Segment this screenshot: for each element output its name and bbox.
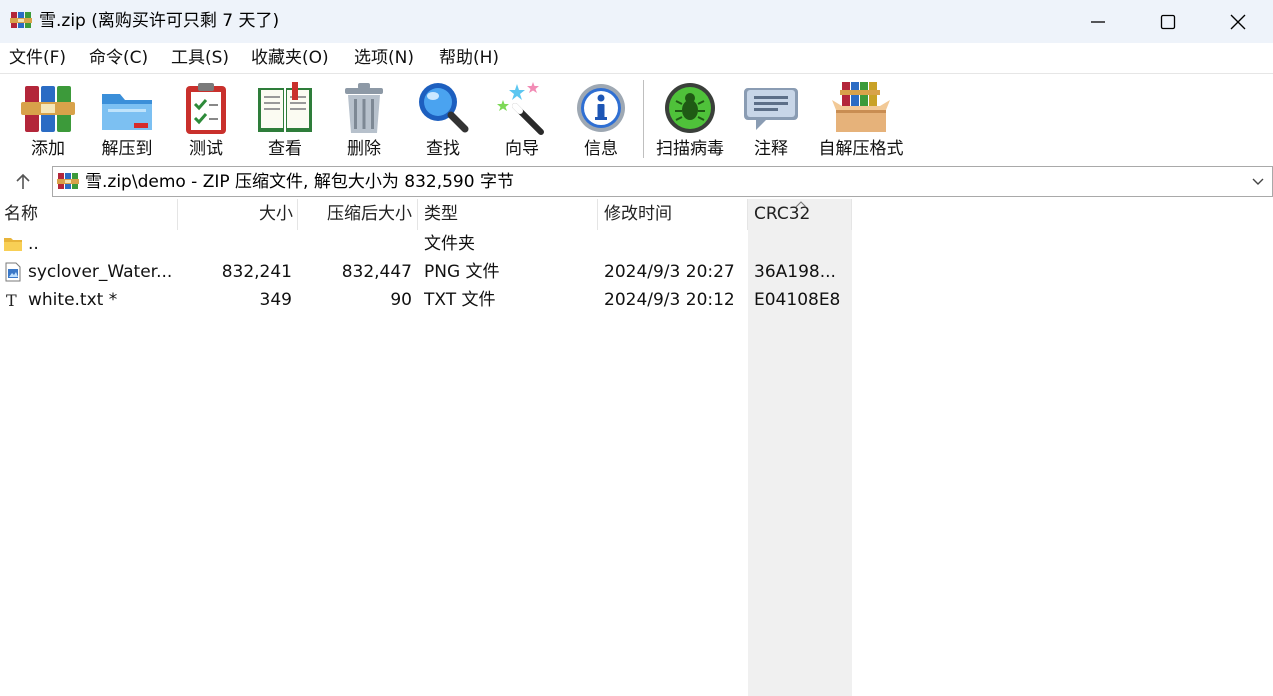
cell-type: PNG 文件 (424, 262, 500, 282)
arrow-up-icon (16, 173, 30, 189)
comment-label: 注释 (754, 139, 788, 159)
menu-help[interactable]: 帮助(H) (439, 47, 499, 69)
wizard-button[interactable]: 向导 (492, 78, 552, 162)
cell-modified (604, 230, 744, 258)
txt-file-icon: T (6, 291, 17, 310)
toolbar: 添加 解压到 测试 查看 删除 查找 向导 信息 扫描病毒 注释 自解压格式 (0, 73, 1273, 165)
info-button[interactable]: 信息 (571, 78, 631, 162)
cell-crc32: E04108E8 (754, 290, 841, 310)
column-divider[interactable] (417, 199, 418, 230)
chevron-down-icon[interactable] (1250, 173, 1266, 189)
address-text: 雪.zip\demo - ZIP 压缩文件, 解包大小为 832,590 字节 (85, 172, 514, 192)
info-icon (577, 84, 625, 132)
virus-scan-icon (665, 83, 715, 133)
toolbar-separator (643, 80, 644, 158)
test-label: 测试 (189, 139, 223, 159)
comment-button[interactable]: 注释 (742, 78, 800, 162)
sort-ascending-icon (795, 201, 807, 208)
maximize-button[interactable] (1133, 0, 1203, 43)
sfx-button[interactable]: 自解压格式 (815, 78, 907, 162)
column-header-modified[interactable]: 修改时间 (604, 199, 744, 230)
view-button[interactable]: 查看 (254, 78, 316, 162)
winrar-app-icon (10, 12, 32, 28)
cell-packed (298, 230, 412, 258)
title-bar: 雪.zip (离购买许可只剩 7 天了) (0, 0, 1273, 43)
magic-wand-icon (497, 82, 544, 135)
winrar-archive-icon (57, 173, 79, 189)
up-folder-button[interactable] (8, 168, 38, 196)
cell-name: .. (28, 234, 39, 254)
png-file-icon (5, 262, 21, 282)
menu-favorites[interactable]: 收藏夹(O) (251, 47, 329, 69)
test-button[interactable]: 测试 (177, 78, 235, 162)
address-row: 雪.zip\demo - ZIP 压缩文件, 解包大小为 832,590 字节 (0, 164, 1273, 199)
magnifier-icon (419, 83, 469, 133)
clipboard-test-icon (186, 83, 226, 134)
cell-name: white.txt * (28, 290, 118, 310)
column-divider[interactable] (851, 199, 852, 230)
cell-modified: 2024/9/3 20:12 (604, 290, 735, 310)
cell-packed: 90 (390, 290, 412, 310)
extract-to-label: 解压到 (101, 139, 153, 159)
column-header-type[interactable]: 类型 (424, 199, 594, 230)
column-header-packed[interactable]: 压缩后大小 (298, 199, 412, 230)
sfx-box-icon (832, 82, 890, 132)
cell-size: 349 (259, 290, 292, 310)
cell-packed: 832,447 (341, 262, 412, 282)
info-label: 信息 (584, 139, 618, 159)
window-title: 雪.zip (离购买许可只剩 7 天了) (39, 11, 280, 31)
minimize-button[interactable] (1063, 0, 1133, 43)
book-view-icon (258, 82, 312, 132)
menu-tools[interactable]: 工具(S) (171, 47, 229, 69)
table-row[interactable]: syclover_Water... 832,241 832,447 PNG 文件… (0, 258, 900, 286)
minimize-icon (1091, 20, 1105, 23)
wizard-label: 向导 (505, 139, 539, 159)
cell-type: TXT 文件 (424, 290, 496, 310)
cell-crc32 (754, 230, 848, 258)
books-add-icon (21, 86, 75, 132)
cell-modified: 2024/9/3 20:27 (604, 262, 735, 282)
menu-bar: 文件(F) 命令(C) 工具(S) 收藏夹(O) 选项(N) 帮助(H) (0, 43, 1273, 73)
svg-text:T: T (6, 291, 17, 310)
folder-extract-icon (102, 94, 152, 130)
cell-name: syclover_Water... (28, 262, 173, 282)
menu-file[interactable]: 文件(F) (9, 47, 66, 69)
add-button[interactable]: 添加 (18, 78, 78, 162)
find-button[interactable]: 查找 (413, 78, 473, 162)
add-label: 添加 (31, 139, 65, 159)
table-row[interactable]: T white.txt * 349 90 TXT 文件 2024/9/3 20:… (0, 286, 900, 314)
virus-scan-button[interactable]: 扫描病毒 (652, 78, 728, 162)
close-button[interactable] (1203, 0, 1273, 43)
folder-icon (4, 238, 22, 251)
find-label: 查找 (426, 139, 460, 159)
extract-to-button[interactable]: 解压到 (94, 78, 160, 162)
menu-commands[interactable]: 命令(C) (89, 47, 148, 69)
address-bar[interactable]: 雪.zip\demo - ZIP 压缩文件, 解包大小为 832,590 字节 (52, 166, 1273, 197)
column-header-name[interactable]: 名称 (4, 199, 174, 230)
delete-button[interactable]: 删除 (334, 78, 394, 162)
column-divider[interactable] (747, 199, 748, 230)
close-icon (1230, 14, 1246, 29)
comment-icon (744, 88, 798, 130)
file-list: 名称 大小 压缩后大小 类型 修改时间 CRC32 .. 文件夹 syclove… (0, 199, 1273, 696)
column-header-size[interactable]: 大小 (178, 199, 293, 230)
cell-size (178, 230, 292, 258)
cell-crc32: 36A198... (754, 262, 836, 282)
cell-size: 832,241 (221, 262, 292, 282)
table-row[interactable]: .. 文件夹 (0, 230, 900, 258)
maximize-icon (1160, 14, 1176, 29)
trash-icon (345, 83, 383, 133)
sfx-label: 自解压格式 (818, 139, 904, 159)
list-header: 名称 大小 压缩后大小 类型 修改时间 CRC32 (0, 199, 1273, 230)
virus-scan-label: 扫描病毒 (656, 139, 724, 159)
column-divider[interactable] (597, 199, 598, 230)
view-label: 查看 (268, 139, 302, 159)
cell-type: 文件夹 (424, 234, 475, 254)
menu-options[interactable]: 选项(N) (354, 47, 414, 69)
delete-label: 删除 (347, 139, 381, 159)
